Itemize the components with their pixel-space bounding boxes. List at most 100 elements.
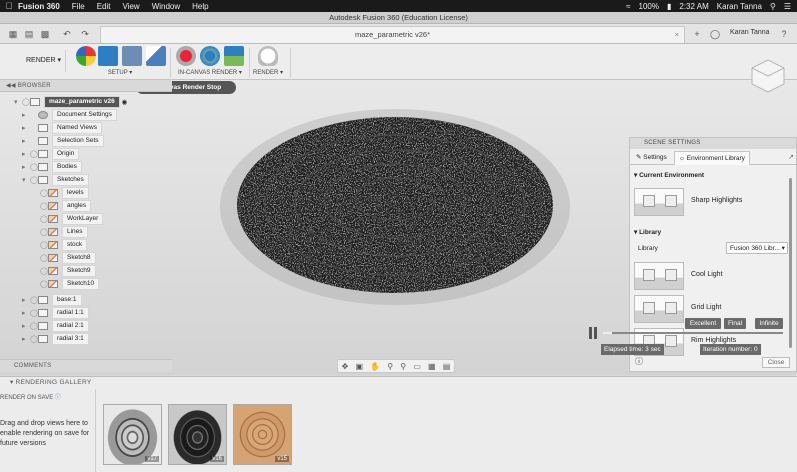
comments-panel[interactable]: COMMENTS [0,359,172,372]
component-item[interactable]: ▸ ◯ base:1 [22,294,82,307]
sketch-item[interactable]: ◯ Lines [40,226,88,239]
menu-list-icon[interactable]: ☰ [784,2,791,11]
data-panel-icon[interactable]: ▦ [8,29,18,39]
render-settings-gear-icon[interactable] [200,46,220,66]
library-dropdown[interactable]: Fusion 360 Libr... ▾ [726,242,788,254]
grid-icon[interactable]: ▦ [428,362,436,371]
expand-icon[interactable]: ▾ [14,96,22,109]
zoom-icon[interactable]: ⚲ [387,362,393,371]
zoom-window-icon[interactable]: ⚲ [400,362,406,371]
decal-icon[interactable] [146,46,166,66]
sketch-item[interactable]: ◯ angles [40,200,92,213]
sketch-icon [48,241,58,250]
scene-settings-icon[interactable] [98,46,118,66]
current-environment-heading[interactable]: ▾ Current Environment [634,171,704,179]
tab-settings[interactable]: ✎ Settings [632,151,671,165]
viewcube[interactable] [748,56,788,96]
scene-settings-header[interactable]: SCENE SETTINGS [630,138,796,149]
pan-hand-icon[interactable]: ✋ [370,362,380,371]
viewports-icon[interactable]: ▤ [443,362,451,371]
setup-group-label[interactable]: SETUP ▾ [100,69,140,76]
sketch-item[interactable]: ◯ Sketch10 [40,278,100,291]
sketch-item[interactable]: ◯ Sketch8 [40,252,96,265]
environment-item[interactable]: Cool Light [634,262,784,290]
help-icon[interactable]: ⓘ [55,395,61,401]
tab-document[interactable]: maze_parametric v26* × [100,26,685,43]
tab-environment-library[interactable]: ☼ Environment Library [674,151,750,165]
sketch-icon [48,215,58,224]
tree-item[interactable]: ▸ Named Views [22,122,102,135]
sketch-item[interactable]: ◯ stock [40,239,88,252]
radio-icon[interactable]: ◉ [120,99,128,106]
close-button[interactable]: Close [762,357,790,368]
component-item[interactable]: ▸ ◯ radial 2:1 [22,320,89,333]
new-tab-icon[interactable]: + [692,29,702,39]
menubar-user[interactable]: Karan Tanna [717,2,762,11]
look-at-icon[interactable]: ▣ [355,362,363,371]
sketch-icon [48,267,58,276]
render-stop-icon[interactable] [176,46,196,66]
menu-help[interactable]: Help [192,2,208,11]
display-settings-icon[interactable]: ▭ [413,362,421,371]
file-menu-icon[interactable]: ▤ [24,29,34,39]
quality-excellent[interactable]: Excellent [685,318,721,329]
search-icon[interactable]: ⚲ [770,2,776,11]
menu-window[interactable]: Window [152,2,180,11]
save-icon[interactable]: ▩ [40,29,50,39]
account-user[interactable]: Karan Tanna [730,29,770,36]
quality-infinite[interactable]: Infinite [755,318,783,329]
wifi-icon[interactable]: ≈ [626,2,630,11]
component-item[interactable]: ▸ ◯ radial 3:1 [22,333,89,346]
component-item[interactable]: ▸ ◯ radial 1:1 [22,307,89,320]
move-icon[interactable]: ✥ [342,362,349,371]
expand-panel-icon[interactable]: ↗ [788,153,794,161]
sketch-item[interactable]: ◯ Sketch9 [40,265,96,278]
quality-final[interactable]: Final [724,318,746,329]
visibility-bulb-icon[interactable]: ◯ [22,96,30,109]
render-group-label[interactable]: RENDER ▾ [248,69,288,76]
pause-render-button[interactable] [589,327,598,339]
in-canvas-render-group-label[interactable]: IN-CANVAS RENDER ▾ [174,69,246,76]
browser-header[interactable]: ◀◀ BROWSER [0,80,172,92]
gallery-header[interactable]: ▾ RENDERING GALLERY [0,377,797,389]
gallery-thumbnail[interactable]: v16 [168,404,227,465]
help-icon[interactable]: ? [779,29,789,39]
tree-item[interactable]: ▸ ◯ Origin [22,148,80,161]
gallery-thumbnail[interactable]: v17 [103,404,162,465]
current-environment: Sharp Highlights [634,188,784,216]
apple-icon[interactable]:  [0,1,18,11]
info-icon[interactable]: ⓘ [635,356,643,367]
texture-map-icon[interactable] [122,46,142,66]
menu-edit[interactable]: Edit [97,2,111,11]
collapse-icon[interactable]: ◀◀ [6,83,18,89]
tree-item[interactable]: ▾ ◯ Sketches [22,174,89,187]
clock[interactable]: 2:32 AM [679,2,708,11]
menu-view[interactable]: View [122,2,139,11]
gallery-thumbnail[interactable]: v15 [233,404,292,465]
battery-percent: 100% [638,1,659,11]
sketch-item[interactable]: ◯ levels [40,187,89,200]
redo-icon[interactable]: ↷ [80,29,90,39]
battery-icon[interactable]: ▮ [667,2,671,11]
job-status-icon[interactable]: ◯ [710,29,720,39]
workspace-switcher[interactable]: RENDER ▾ [6,50,66,72]
sketch-item[interactable]: ◯ WorkLayer [40,213,104,226]
tree-item[interactable]: ▸ Document Settings [22,109,117,122]
elapsed-time: Elapsed time: 3 sec [601,344,664,355]
scrollbar[interactable] [789,178,792,348]
appearance-icon[interactable] [76,46,96,66]
render-on-save-instructions: Drag and drop views here to enable rende… [0,420,90,447]
tree-item[interactable]: ▸ ◯ Bodies [22,161,82,174]
app-menu[interactable]: Fusion 360 [18,2,60,11]
group-divider [170,48,171,78]
rendering-gallery: ▾ RENDERING GALLERY RENDER ON SAVE ⓘ Dra… [0,376,797,472]
browser-root[interactable]: ▾ ◯ maze_parametric v26 ◉ [14,96,127,109]
undo-icon[interactable]: ↶ [62,29,72,39]
render-teapot-icon[interactable] [258,46,278,66]
library-heading[interactable]: ▾ Library [634,228,661,236]
capture-image-icon[interactable] [224,46,244,66]
menu-file[interactable]: File [72,2,85,11]
render-progress-bar [603,332,783,334]
tree-item[interactable]: ▸ Selection Sets [22,135,104,148]
close-tab-icon[interactable]: × [675,27,679,43]
